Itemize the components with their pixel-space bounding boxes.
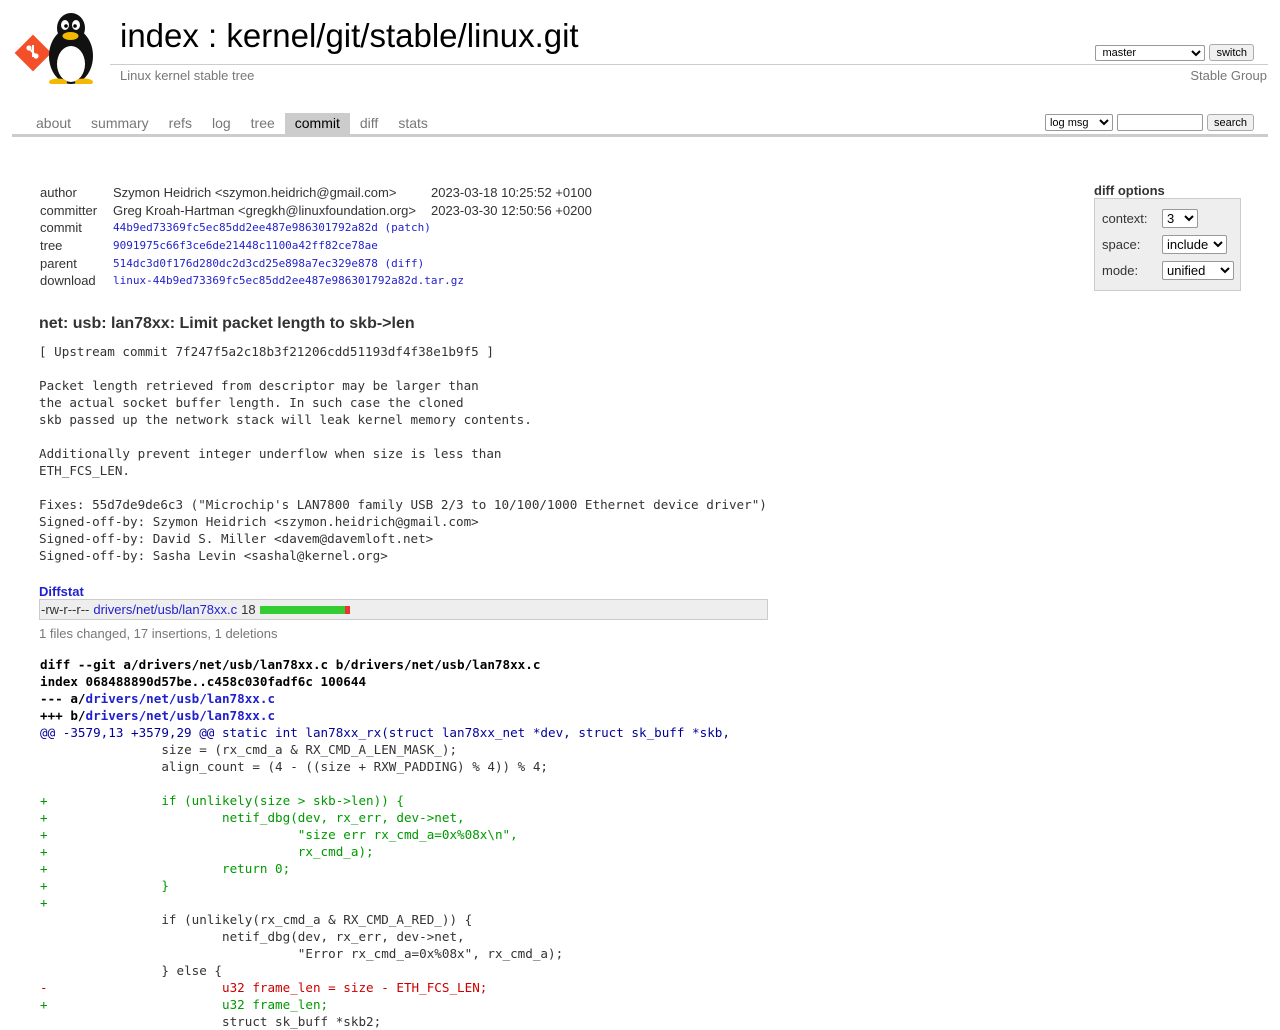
commit-label: commit: [40, 220, 82, 236]
commit-info-table: author Szymon Heidrich <szymon.heidrich@…: [40, 184, 592, 290]
minus-prefix: --- a/: [40, 691, 86, 706]
file-mode: -rw-r--r--: [41, 602, 90, 617]
search-scope-select[interactable]: log msg: [1044, 114, 1113, 131]
patch-link[interactable]: (patch): [385, 221, 431, 234]
author-date: 2023-03-18 10:25:52 +0100: [430, 185, 592, 201]
diff-line: struct sk_buff *skb2;: [40, 1014, 382, 1029]
parent-label: parent: [40, 255, 77, 271]
diffstat-file-link[interactable]: drivers/net/usb/lan78xx.c: [93, 602, 237, 617]
page-title: index : kernel/git/stable/linux.git: [120, 17, 579, 54]
tux-penguin-icon: [49, 13, 93, 84]
diff-line: "Error rx_cmd_a=0x%08x", rx_cmd_a);: [40, 946, 564, 961]
tab-summary[interactable]: summary: [81, 113, 159, 134]
diffstat-summary: 1 files changed, 17 insertions, 1 deleti…: [39, 626, 278, 641]
diff-line: - u32 frame_len = size - ETH_FCS_LEN;: [40, 980, 488, 995]
diff-line: [40, 775, 730, 792]
author-label: author: [40, 185, 77, 201]
diff-options-title: diff options: [1094, 183, 1165, 198]
git-logo-icon: [14, 34, 52, 72]
tab-about[interactable]: about: [26, 113, 81, 134]
committer-label: committer: [40, 202, 98, 218]
committer-value: Greg Kroah-Hartman <gregkh@linuxfoundati…: [113, 202, 416, 218]
diff-line: + }: [40, 878, 169, 893]
search-button[interactable]: search: [1206, 114, 1254, 131]
tab-commit[interactable]: commit: [284, 113, 350, 134]
diff-lines: @@ -3579,13 +3579,29 @@ static int lan78…: [40, 724, 730, 1030]
diff-line: +: [40, 895, 48, 910]
branch-select[interactable]: master: [1095, 44, 1206, 61]
diff-line: align_count = (4 - ((size + RXW_PADDING)…: [40, 759, 549, 774]
tree-label: tree: [40, 238, 63, 254]
diff-plus-line: +++ b/drivers/net/usb/lan78xx.c: [40, 707, 730, 724]
space-select[interactable]: include: [1162, 235, 1227, 254]
diff-line: if (unlikely(rx_cmd_a & RX_CMD_A_RED_)) …: [40, 912, 473, 927]
diff-line: netif_dbg(dev, rx_err, dev->net,: [40, 929, 465, 944]
diffstat-change-count: 18: [241, 602, 256, 617]
minus-file-link[interactable]: drivers/net/usb/lan78xx.c: [86, 691, 276, 706]
switch-button[interactable]: switch: [1209, 44, 1254, 61]
diff-hunk-header: @@ -3579,13 +3579,29 @@ static int lan78…: [40, 725, 730, 740]
diff-line: + netif_dbg(dev, rx_err, dev->net,: [40, 810, 465, 825]
download-label: download: [40, 273, 96, 289]
mode-select[interactable]: unified: [1162, 261, 1234, 280]
tab-tree[interactable]: tree: [241, 113, 285, 134]
diff-header-line: diff --git a/drivers/net/usb/lan78xx.c b…: [40, 657, 541, 672]
search-form: log msg search: [1044, 114, 1254, 131]
committer-row: committer Greg Kroah-Hartman <gregkh@lin…: [40, 202, 592, 220]
diff-line: } else {: [40, 963, 222, 978]
tree-sha-link[interactable]: 9091975c66f3ce6de21448c1100a42ff82ce78ae: [113, 239, 378, 252]
tab-diff[interactable]: diff: [350, 113, 388, 134]
parent-diff-link[interactable]: (diff): [385, 257, 425, 270]
tab-stats[interactable]: stats: [388, 113, 438, 134]
diff-line: + if (unlikely(size > skb->len)) {: [40, 793, 404, 808]
diff-line: + return 0;: [40, 861, 291, 876]
diff-line: size = (rx_cmd_a & RX_CMD_A_LEN_MASK_);: [40, 742, 458, 757]
tree-row: tree 9091975c66f3ce6de21448c1100a42ff82c…: [40, 237, 592, 255]
commit-sha-link[interactable]: 44b9ed73369fc5ec85dd2ee487e986301792a82d: [113, 221, 378, 234]
search-input[interactable]: [1116, 114, 1203, 131]
tab-refs[interactable]: refs: [159, 113, 202, 134]
commit-subject: net: usb: lan78xx: Limit packet length t…: [39, 315, 415, 332]
diffstat-table: -rw-r--r-- drivers/net/usb/lan78xx.c 18: [39, 599, 768, 620]
site-logo[interactable]: [14, 12, 110, 84]
deletions-bar: [344, 605, 350, 614]
plus-file-link[interactable]: drivers/net/usb/lan78xx.c: [86, 708, 276, 723]
context-label: context:: [1102, 211, 1148, 226]
mode-label: mode:: [1102, 263, 1139, 278]
repo-owner: Stable Group: [1190, 68, 1267, 83]
diff-line: + rx_cmd_a);: [40, 844, 374, 859]
space-label: space:: [1102, 237, 1141, 252]
author-row: author Szymon Heidrich <szymon.heidrich@…: [40, 184, 592, 202]
diff-options-panel: context: 3 space: include mode: unified: [1094, 198, 1241, 291]
tab-log[interactable]: log: [202, 113, 241, 134]
repo-description: Linux kernel stable tree: [120, 68, 255, 83]
committer-date: 2023-03-30 12:50:56 +0200: [430, 202, 592, 218]
branch-switch-form: master switch: [1095, 44, 1254, 61]
tab-bar: about summary refs log tree commit diff …: [12, 108, 1268, 137]
header-divider: [110, 64, 1268, 65]
context-select[interactable]: 3: [1162, 209, 1198, 228]
commit-row: commit 44b9ed73369fc5ec85dd2ee487e986301…: [40, 219, 592, 237]
diff-line: + u32 frame_len;: [40, 997, 329, 1012]
parent-sha-link[interactable]: 514dc3d0f176d280dc2d3cd25e898a7ec329e878: [113, 257, 378, 270]
download-row: download linux-44b9ed73369fc5ec85dd2ee48…: [40, 272, 592, 290]
tab-list: about summary refs log tree commit diff …: [26, 113, 438, 134]
diff-view: diff --git a/drivers/net/usb/lan78xx.c b…: [40, 656, 730, 1030]
plus-prefix: +++ b/: [40, 708, 86, 723]
diff-index-line: index 068488890d57be..c458c030fadf6c 100…: [40, 674, 367, 689]
diffstat-header-link[interactable]: Diffstat: [39, 584, 84, 599]
diff-line: + "size err rx_cmd_a=0x%08x\n",: [40, 827, 518, 842]
parent-row: parent 514dc3d0f176d280dc2d3cd25e898a7ec…: [40, 254, 592, 272]
diffstat-graph: [259, 605, 350, 614]
diff-minus-line: --- a/drivers/net/usb/lan78xx.c: [40, 690, 730, 707]
commit-message: [ Upstream commit 7f247f5a2c18b3f21206cd…: [39, 344, 767, 563]
download-link[interactable]: linux-44b9ed73369fc5ec85dd2ee487e9863017…: [113, 274, 464, 287]
author-value: Szymon Heidrich <szymon.heidrich@gmail.c…: [113, 185, 397, 201]
insertions-bar: [259, 605, 345, 614]
